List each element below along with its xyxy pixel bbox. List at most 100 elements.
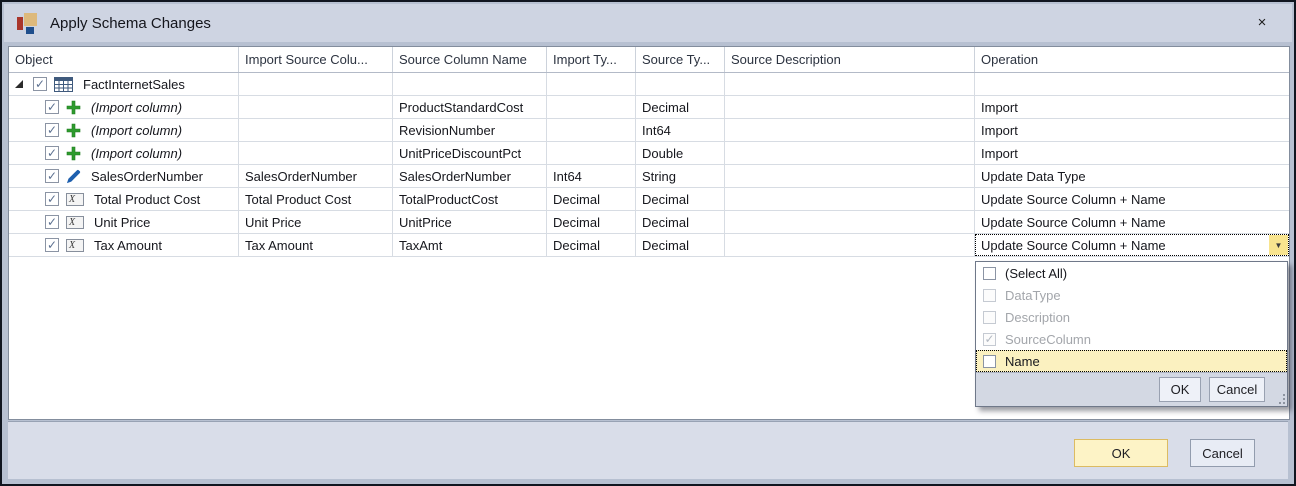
cell-import-source-column bbox=[239, 96, 393, 118]
object-label: FactInternetSales bbox=[83, 76, 185, 92]
close-icon[interactable]: × bbox=[1252, 13, 1272, 33]
object-label: SalesOrderNumber bbox=[91, 168, 203, 184]
cell-import-type: Decimal bbox=[547, 234, 636, 256]
add-column-icon bbox=[66, 123, 81, 138]
operation-combobox[interactable]: Update Source Column + Name ▼ bbox=[975, 234, 1289, 256]
dropdown-item-label: (Select All) bbox=[1005, 265, 1068, 281]
name-checkbox[interactable] bbox=[983, 354, 996, 368]
column-header-object[interactable]: Object bbox=[9, 47, 239, 72]
table-row[interactable]: (Import column) ProductStandardCost Deci… bbox=[9, 96, 1289, 119]
cell-import-type: Decimal bbox=[547, 211, 636, 233]
cell-import-type: Int64 bbox=[547, 165, 636, 187]
cell-object: (Import column) bbox=[9, 119, 239, 141]
object-label: (Import column) bbox=[91, 122, 183, 138]
cell-operation[interactable]: Update Data Type bbox=[975, 165, 1289, 187]
column-header-import-source-column[interactable]: Import Source Colu... bbox=[239, 47, 393, 72]
cell-source-type bbox=[636, 73, 725, 95]
cell-source-column-name: UnitPriceDiscountPct bbox=[393, 142, 547, 164]
cell-source-description bbox=[725, 234, 975, 256]
cell-source-column-name: SalesOrderNumber bbox=[393, 165, 547, 187]
cell-operation[interactable]: Import bbox=[975, 96, 1289, 118]
cell-operation[interactable]: Import bbox=[975, 142, 1289, 164]
dropdown-item-select-all[interactable]: (Select All) bbox=[976, 262, 1287, 284]
select-all-checkbox[interactable] bbox=[983, 266, 996, 280]
dialog-title: Apply Schema Changes bbox=[50, 14, 211, 32]
dropdown-item-name[interactable]: Name bbox=[976, 350, 1287, 372]
dialog-footer: OK Cancel bbox=[8, 421, 1288, 479]
rename-icon: X bbox=[66, 192, 84, 206]
dropdown-item-sourcecolumn: SourceColumn bbox=[976, 328, 1287, 350]
titlebar: Apply Schema Changes × bbox=[4, 4, 1292, 42]
cell-source-description bbox=[725, 142, 975, 164]
table-row-factinternetsales[interactable]: FactInternetSales bbox=[9, 73, 1289, 96]
ok-button[interactable]: OK bbox=[1074, 439, 1168, 467]
cell-source-type: Decimal bbox=[636, 188, 725, 210]
dropdown-item-label: Description bbox=[1005, 309, 1071, 325]
cell-source-type: Decimal bbox=[636, 96, 725, 118]
expander-icon[interactable] bbox=[14, 79, 24, 89]
cell-source-column-name: TotalProductCost bbox=[393, 188, 547, 210]
rename-icon: X bbox=[66, 215, 84, 229]
column-header-operation[interactable]: Operation bbox=[975, 47, 1289, 72]
cell-source-column-name: ProductStandardCost bbox=[393, 96, 547, 118]
cell-source-type: String bbox=[636, 165, 725, 187]
resize-grip-icon[interactable] bbox=[1275, 394, 1285, 404]
row-checkbox[interactable] bbox=[45, 215, 59, 229]
table-row[interactable]: (Import column) UnitPriceDiscountPct Dou… bbox=[9, 142, 1289, 165]
dropdown-item-label: SourceColumn bbox=[1005, 331, 1091, 347]
dropdown-item-datatype: DataType bbox=[976, 284, 1287, 306]
dropdown-ok-button[interactable]: OK bbox=[1159, 377, 1201, 402]
dropdown-item-label: DataType bbox=[1005, 287, 1061, 303]
apply-schema-changes-dialog: Apply Schema Changes × Object Import Sou… bbox=[0, 0, 1296, 486]
cell-source-description bbox=[725, 188, 975, 210]
cell-operation[interactable]: Import bbox=[975, 119, 1289, 141]
grid-header-row: Object Import Source Colu... Source Colu… bbox=[9, 47, 1289, 73]
chevron-down-icon[interactable]: ▼ bbox=[1269, 235, 1288, 255]
cell-import-source-column bbox=[239, 73, 393, 95]
datatype-checkbox bbox=[983, 288, 996, 302]
cell-source-description bbox=[725, 96, 975, 118]
column-header-source-type[interactable]: Source Ty... bbox=[636, 47, 725, 72]
table-row[interactable]: X Tax Amount Tax Amount TaxAmt Decimal D… bbox=[9, 234, 1289, 257]
cell-object: X Total Product Cost bbox=[9, 188, 239, 210]
cell-source-type: Decimal bbox=[636, 211, 725, 233]
cell-source-description bbox=[725, 119, 975, 141]
table-row[interactable]: X Unit Price Unit Price UnitPrice Decima… bbox=[9, 211, 1289, 234]
cell-source-description bbox=[725, 165, 975, 187]
cell-import-source-column: Unit Price bbox=[239, 211, 393, 233]
cell-import-source-column: SalesOrderNumber bbox=[239, 165, 393, 187]
dropdown-cancel-button[interactable]: Cancel bbox=[1209, 377, 1265, 402]
cell-object: SalesOrderNumber bbox=[9, 165, 239, 187]
row-checkbox[interactable] bbox=[45, 192, 59, 206]
cancel-button[interactable]: Cancel bbox=[1190, 439, 1255, 467]
cell-source-column-name: RevisionNumber bbox=[393, 119, 547, 141]
object-label: Total Product Cost bbox=[94, 191, 201, 207]
cell-import-type: Decimal bbox=[547, 188, 636, 210]
cell-source-column-name: TaxAmt bbox=[393, 234, 547, 256]
column-header-source-column-name[interactable]: Source Column Name bbox=[393, 47, 547, 72]
cell-operation[interactable]: Update Source Column + Name bbox=[975, 211, 1289, 233]
table-row[interactable]: SalesOrderNumber SalesOrderNumber SalesO… bbox=[9, 165, 1289, 188]
dropdown-footer: OK Cancel bbox=[976, 372, 1287, 406]
row-checkbox[interactable] bbox=[45, 146, 59, 160]
cell-object: (Import column) bbox=[9, 96, 239, 118]
column-header-source-description[interactable]: Source Description bbox=[725, 47, 975, 72]
row-checkbox[interactable] bbox=[45, 238, 59, 252]
cell-source-type: Decimal bbox=[636, 234, 725, 256]
table-row[interactable]: X Total Product Cost Total Product Cost … bbox=[9, 188, 1289, 211]
cell-object: X Unit Price bbox=[9, 211, 239, 233]
cell-import-type bbox=[547, 119, 636, 141]
cell-source-description bbox=[725, 211, 975, 233]
row-checkbox[interactable] bbox=[45, 123, 59, 137]
cell-object: (Import column) bbox=[9, 142, 239, 164]
object-label: Tax Amount bbox=[94, 237, 162, 253]
row-checkbox[interactable] bbox=[45, 100, 59, 114]
description-checkbox bbox=[983, 310, 996, 324]
cell-import-type bbox=[547, 96, 636, 118]
add-column-icon bbox=[66, 100, 81, 115]
column-header-import-type[interactable]: Import Ty... bbox=[547, 47, 636, 72]
table-row[interactable]: (Import column) RevisionNumber Int64 Imp… bbox=[9, 119, 1289, 142]
row-checkbox[interactable] bbox=[33, 77, 47, 91]
row-checkbox[interactable] bbox=[45, 169, 59, 183]
cell-operation[interactable]: Update Source Column + Name bbox=[975, 188, 1289, 210]
